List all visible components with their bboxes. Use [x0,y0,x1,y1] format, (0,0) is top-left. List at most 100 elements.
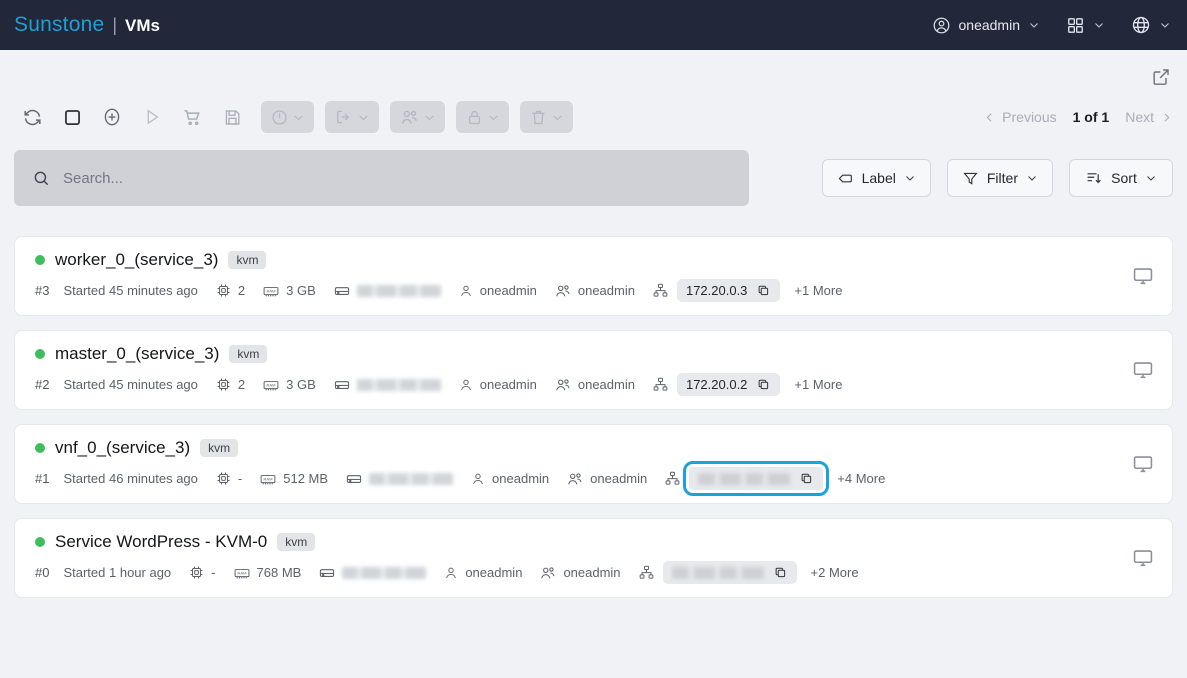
chevron-down-icon [1093,19,1105,31]
copy-icon[interactable] [756,377,771,392]
floppy-disk-icon [223,108,242,127]
status-indicator-icon [35,349,45,359]
vm-id: #1 [35,471,50,486]
vnc-console-button[interactable] [1132,359,1154,381]
delete-actions-button[interactable] [520,101,573,133]
chevron-down-icon [1028,176,1036,181]
chevron-down-icon [423,111,436,124]
vm-ip-chip[interactable]: 172.20.0.2 [676,373,781,396]
action-toolbar: Previous 1 of 1 Next [14,94,1173,140]
vm-ip-hidden [698,472,791,485]
brand-separator: | [112,15,118,35]
save-button[interactable] [214,102,250,132]
vm-ip-value: 172.20.0.2 [685,377,748,392]
vnc-console-button[interactable] [1132,547,1154,569]
page-body: Previous 1 of 1 Next Search... Label Fil… [0,50,1187,598]
vm-name[interactable]: vnf_0_(service_3) [55,438,190,458]
user-name: oneadmin [958,17,1021,33]
status-indicator-icon [35,443,45,453]
user-circle-icon [932,16,951,35]
vm-list-item[interactable]: worker_0_(service_3) kvm #3 Started 45 m… [14,236,1173,316]
vm-cpu: - [188,564,216,581]
vm-cpu-value: 2 [237,377,246,392]
vm-more-ips[interactable]: +2 More [811,565,859,580]
brand[interactable]: Sunstone | VMs [14,13,160,37]
vm-memory: RAM 768 MB [233,564,302,582]
group-icon [554,376,572,394]
search-input[interactable] [63,169,731,187]
page-count: 1 of 1 [1072,109,1110,125]
person-icon [458,377,474,393]
deploy-button[interactable] [174,102,210,132]
refresh-button[interactable] [14,102,50,132]
status-indicator-icon [35,255,45,265]
lock-actions-button[interactable] [456,101,509,133]
play-icon [142,107,162,127]
select-all-button[interactable] [54,102,90,132]
user-menu[interactable]: oneadmin [932,16,1041,35]
network-icon [638,564,655,581]
lock-icon [465,108,484,127]
previous-page-button[interactable]: Previous [983,109,1057,125]
hypervisor-badge: kvm [277,533,316,551]
vm-list: worker_0_(service_3) kvm #3 Started 45 m… [14,236,1173,598]
cpu-icon [215,282,232,299]
copy-icon[interactable] [773,565,788,580]
vm-more-ips[interactable]: +4 More [837,471,885,486]
svg-text:RAM: RAM [267,288,277,293]
page-title: VMs [125,16,160,35]
chevron-down-icon [1146,176,1155,181]
vm-memory: RAM 3 GB [262,376,316,394]
vm-network [664,470,681,487]
vm-more-ips[interactable]: +1 More [794,377,842,392]
copy-icon[interactable] [756,283,771,298]
vm-title-row: worker_0_(service_3) kvm [35,250,842,270]
apps-menu[interactable] [1066,16,1105,35]
filter-button[interactable]: Filter [946,159,1053,197]
vm-list-item[interactable]: vnf_0_(service_3) kvm #1 Started 46 minu… [14,424,1173,504]
vnc-console-button[interactable] [1132,265,1154,287]
vm-name[interactable]: worker_0_(service_3) [55,250,218,270]
monitor-icon [1132,265,1154,287]
vm-ip-chip[interactable] [662,561,797,584]
vm-list-item[interactable]: master_0_(service_3) kvm #2 Started 45 m… [14,330,1173,410]
external-link-icon[interactable] [1149,65,1173,89]
resume-button[interactable] [134,102,170,132]
vm-ip-value: 172.20.0.3 [685,283,748,298]
person-icon [470,471,486,487]
vm-group: oneadmin [554,282,635,300]
svg-text:RAM: RAM [267,382,277,387]
vm-cpu: - [215,470,242,487]
top-header-bar: Sunstone | VMs oneadmin [0,0,1187,50]
next-page-button[interactable]: Next [1125,109,1173,125]
language-menu[interactable] [1131,15,1171,35]
copy-icon[interactable] [799,471,814,486]
external-link-row [14,50,1173,90]
sort-button-text: Sort [1111,170,1137,186]
label-filter-button[interactable]: Label [821,159,931,197]
create-button[interactable] [94,102,130,132]
hypervisor-badge: kvm [229,345,268,363]
vm-memory: RAM 3 GB [262,282,316,300]
vm-owner: oneadmin [458,283,537,299]
funnel-icon [962,170,979,187]
migrate-actions-button[interactable] [325,101,379,133]
vm-ip-chip[interactable]: 172.20.0.3 [676,279,781,302]
vm-memory-value: 768 MB [256,565,302,580]
vm-name[interactable]: master_0_(service_3) [55,344,219,364]
chevron-down-icon [551,111,564,124]
vm-memory-value: 512 MB [283,471,329,486]
vm-group: oneadmin [566,470,647,488]
sort-button[interactable]: Sort [1069,159,1173,197]
power-actions-button[interactable] [261,101,314,133]
vm-list-item[interactable]: Service WordPress - KVM-0 kvm #0 Started… [14,518,1173,598]
group-icon [539,564,557,582]
vm-started: Started 1 hour ago [63,565,172,580]
vnc-console-button[interactable] [1132,453,1154,475]
ownership-actions-button[interactable] [390,101,445,133]
vm-ip-chip[interactable] [683,461,830,496]
search-box[interactable] [14,150,749,206]
vm-group-value: oneadmin [577,377,635,392]
vm-name[interactable]: Service WordPress - KVM-0 [55,532,267,552]
vm-more-ips[interactable]: +1 More [794,283,842,298]
